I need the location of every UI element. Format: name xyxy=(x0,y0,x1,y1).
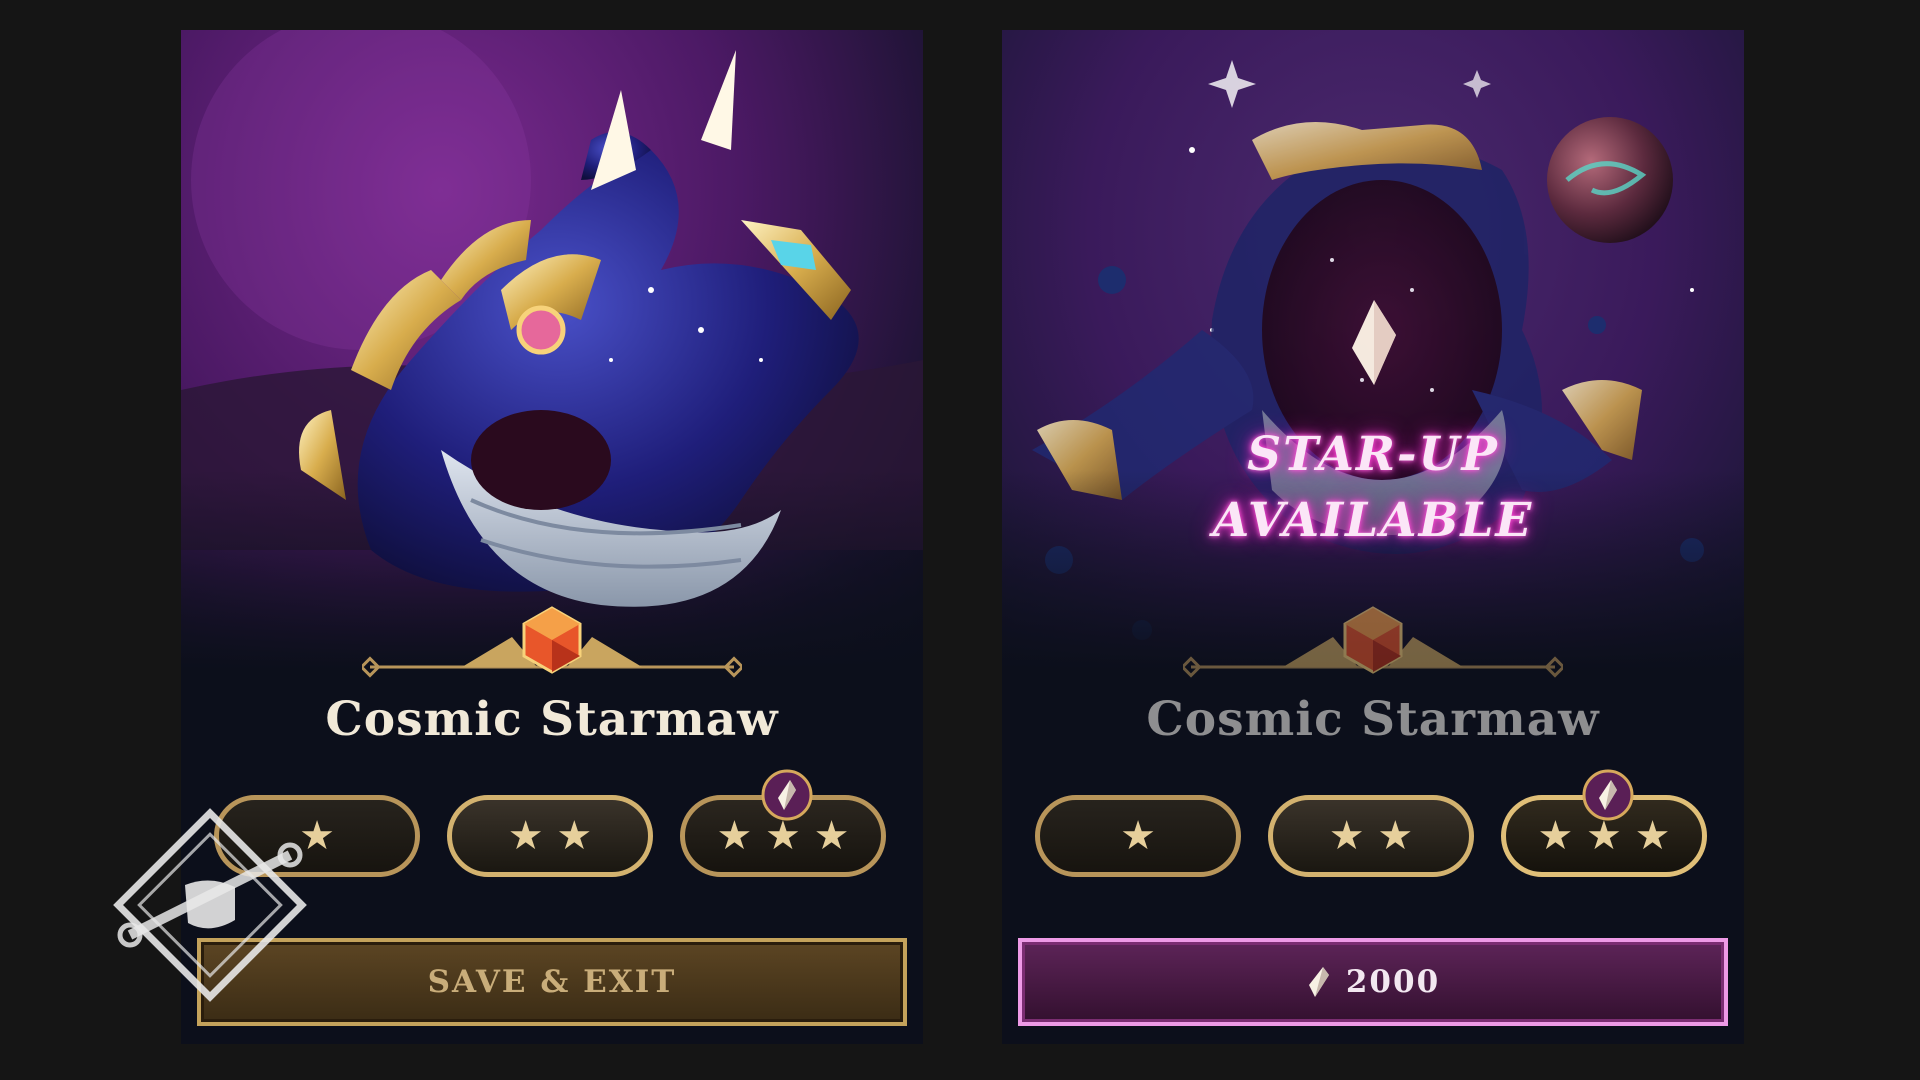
purchase-upgrade-button[interactable]: 2000 xyxy=(1018,938,1728,1026)
tier-2-star-button[interactable]: ★ ★ xyxy=(447,795,653,877)
star-up-line-2: AVAILABLE xyxy=(1212,493,1534,548)
fist-wrench-logo xyxy=(113,808,307,1002)
hexagon-gem-icon xyxy=(522,606,582,674)
card-title: Cosmic Starmaw xyxy=(325,692,779,747)
crystal-shard-icon xyxy=(1308,967,1329,997)
little-legend-card-upgrade: STAR-UP AVAILABLE Cosmic Starmaw ★ ★ ★ ★… xyxy=(1002,30,1744,1044)
star-up-available-overlay: STAR-UP AVAILABLE xyxy=(1002,422,1744,554)
card-title: Cosmic Starmaw xyxy=(1146,692,1600,747)
rarity-emblem xyxy=(362,606,742,678)
cost-amount: 2000 xyxy=(1345,964,1441,1000)
crystal-shard-icon xyxy=(1582,769,1634,821)
crystal-shard-icon xyxy=(761,769,813,821)
hexagon-gem-icon xyxy=(1343,606,1403,674)
tier-2-star-button[interactable]: ★ ★ xyxy=(1268,795,1474,877)
star-up-line-1: STAR-UP xyxy=(1247,427,1499,482)
save-exit-label: SAVE & EXIT xyxy=(427,964,677,1000)
tier-1-star-button[interactable]: ★ xyxy=(1035,795,1241,877)
rarity-emblem xyxy=(1183,606,1563,678)
